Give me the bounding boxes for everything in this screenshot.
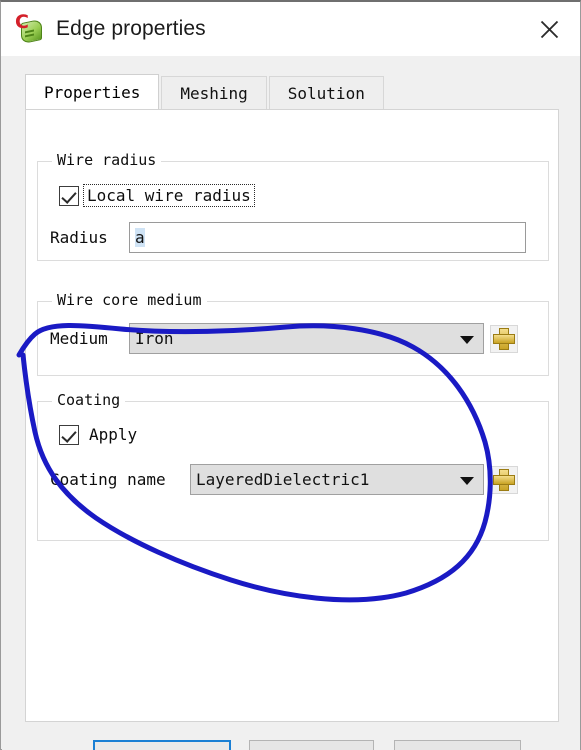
chevron-down-icon bbox=[460, 335, 474, 344]
coating-apply-checkbox[interactable] bbox=[59, 424, 79, 445]
group-wire-radius: Wire radius Local wire radius Radius a bbox=[37, 151, 549, 261]
apply-button[interactable]: Apply bbox=[249, 739, 374, 750]
dialog-body: Properties Meshing Solution Wire radius … bbox=[2, 56, 580, 750]
local-wire-radius-checkbox[interactable] bbox=[59, 185, 79, 206]
group-wire-core-medium: Wire core medium Medium Iron bbox=[37, 291, 549, 376]
tab-properties[interactable]: Properties bbox=[25, 74, 160, 109]
radius-label: Radius bbox=[50, 228, 108, 247]
tab-solution-label: Solution bbox=[287, 83, 365, 103]
add-coating-button[interactable] bbox=[490, 465, 518, 494]
tab-solution[interactable]: Solution bbox=[268, 76, 384, 109]
tab-strip: Properties Meshing Solution bbox=[25, 74, 559, 109]
coating-name-label: Coating name bbox=[50, 470, 166, 489]
cst-leaf-icon: C bbox=[15, 11, 45, 45]
cancel-button[interactable]: Cancel bbox=[394, 739, 521, 750]
tab-meshing-label: Meshing bbox=[180, 83, 248, 103]
group-coating-title: Coating bbox=[52, 391, 126, 409]
plus-icon-horizontal bbox=[493, 474, 515, 485]
coating-name-combobox[interactable]: LayeredDielectric1 bbox=[190, 464, 484, 495]
add-medium-button[interactable] bbox=[490, 324, 518, 353]
group-wire-core-medium-title: Wire core medium bbox=[52, 291, 207, 309]
coating-name-combobox-value: LayeredDielectric1 bbox=[196, 470, 370, 489]
medium-row: Medium Iron bbox=[50, 323, 518, 354]
ok-button[interactable]: OK bbox=[93, 739, 231, 750]
coating-apply-row[interactable]: Apply bbox=[59, 424, 140, 445]
window-title: Edge properties bbox=[56, 17, 206, 40]
coating-apply-label: Apply bbox=[89, 425, 138, 444]
group-wire-radius-title: Wire radius bbox=[52, 151, 162, 169]
radius-row: Radius a bbox=[50, 222, 526, 253]
edge-properties-dialog: C Edge properties Properties Meshing Sol… bbox=[0, 0, 581, 750]
local-wire-radius-label: Local wire radius bbox=[83, 184, 255, 207]
app-icon-letter: C bbox=[15, 11, 29, 33]
medium-combobox[interactable]: Iron bbox=[129, 323, 484, 354]
properties-tab-panel: Wire radius Local wire radius Radius a W… bbox=[25, 109, 559, 722]
radius-input[interactable]: a bbox=[129, 222, 526, 253]
coating-name-row: Coating name LayeredDielectric1 bbox=[50, 464, 518, 495]
dialog-button-bar: OK Apply Cancel bbox=[2, 734, 580, 750]
chevron-down-icon bbox=[460, 476, 474, 485]
group-coating: Coating Apply Coating name LayeredDielec… bbox=[37, 391, 549, 541]
close-icon[interactable] bbox=[532, 12, 566, 46]
title-bar: C Edge properties bbox=[1, 2, 580, 56]
tab-meshing[interactable]: Meshing bbox=[161, 76, 267, 109]
local-wire-radius-row[interactable]: Local wire radius bbox=[59, 184, 255, 207]
medium-combobox-value: Iron bbox=[135, 329, 174, 348]
plus-icon-horizontal bbox=[493, 333, 515, 344]
tab-properties-label: Properties bbox=[44, 82, 141, 102]
medium-label: Medium bbox=[50, 329, 108, 348]
radius-input-value: a bbox=[135, 228, 145, 247]
